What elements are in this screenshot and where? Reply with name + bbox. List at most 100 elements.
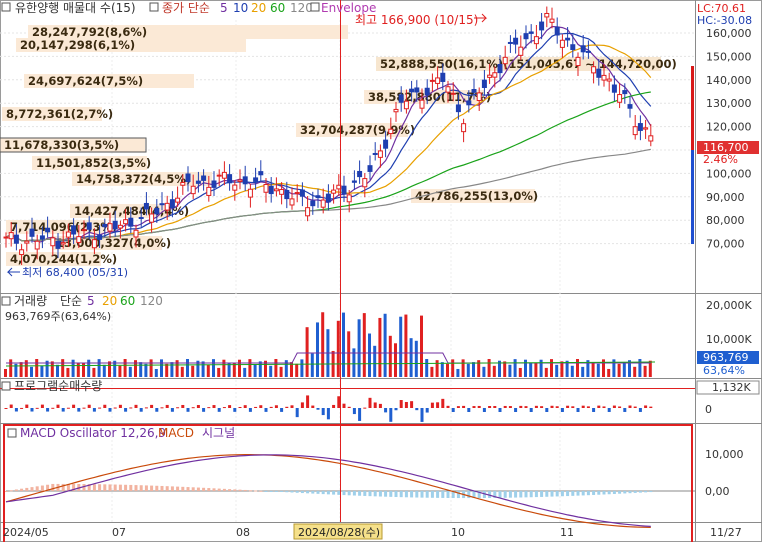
program-bar [306, 395, 310, 408]
price-tick-label: 140,000 [706, 74, 752, 87]
stock-chart[interactable]: 28,247,792(8,6%)20,147,298(6,1%)52,888,5… [0, 0, 762, 542]
program-bar [326, 408, 330, 420]
macd-oscillator-bar [524, 491, 528, 498]
candle-body [8, 232, 14, 240]
program-bar [274, 405, 278, 408]
volume-bar [492, 365, 496, 377]
volume-bar [347, 331, 351, 377]
volume-bar [139, 362, 143, 377]
legend-toggle[interactable] [1, 2, 11, 12]
ma-period-60: 60 [270, 1, 285, 15]
volume-bar [633, 366, 637, 377]
candle-body [273, 188, 279, 192]
candle-body [315, 195, 321, 199]
volume-bar [102, 364, 106, 377]
volume-bar [482, 366, 486, 377]
candle-body [591, 66, 597, 74]
price-tick-label: 70,000 [706, 238, 745, 251]
program-bar [124, 408, 128, 412]
candle-body [216, 174, 222, 177]
program-bar [14, 408, 18, 412]
candle-body [123, 219, 129, 225]
program-bar [212, 405, 216, 408]
program-bar [4, 408, 8, 409]
volume-bar [61, 359, 65, 377]
program-bar [493, 406, 497, 408]
ma-toggle[interactable] [149, 2, 159, 12]
program-bar [56, 404, 60, 408]
volume-bar [430, 366, 434, 377]
candle-body [617, 94, 623, 103]
program-bar [420, 408, 424, 422]
candle-body [289, 198, 295, 206]
volume-bar [446, 363, 449, 377]
candle-body [445, 86, 451, 93]
macd-oscillator-bar [290, 491, 294, 493]
price-tick-label: 120,000 [706, 121, 752, 134]
candle-body [409, 88, 415, 93]
macd-oscillator-bar [332, 491, 336, 495]
program-bar [311, 405, 315, 408]
macd-oscillator-bar [9, 490, 13, 492]
volume-bar [560, 361, 564, 377]
volume-toggle[interactable] [1, 296, 11, 306]
candle-body [601, 74, 607, 81]
program-bar [254, 406, 258, 408]
candle-body [91, 239, 97, 249]
program-bar [560, 408, 564, 412]
x-label-11-27: 11/27 [710, 526, 742, 539]
macd-oscillator-bar [576, 491, 580, 496]
volume-bar [425, 359, 429, 377]
program-toggle[interactable] [1, 381, 11, 391]
program-bar [425, 408, 429, 413]
program-bar [222, 407, 226, 409]
volume-period-20: 20 [102, 294, 117, 308]
volume-profile-label: 4,070,244(1,2%) [10, 252, 117, 266]
program-bar [337, 396, 341, 408]
candle-body [60, 242, 66, 245]
candle-body [372, 152, 378, 155]
program-bar [92, 408, 96, 412]
stock-title[interactable]: 유한양행 매물대 수(15) [15, 0, 136, 15]
candle-body [554, 26, 560, 36]
volume-bar [97, 359, 101, 377]
program-bar [576, 408, 580, 412]
macd-oscillator-bar [35, 486, 39, 491]
volume-bar [50, 361, 54, 377]
macd-line-label: MACD [158, 426, 194, 440]
candle-body [627, 104, 633, 109]
price-legend: 유한양행 매물대 수(15) 종가 단순 5 10 20 60 120 Enve… [1, 0, 376, 15]
macd-oscillator-bar [311, 491, 315, 494]
macd-oscillator-bar [550, 491, 554, 497]
macd-oscillator-bar [586, 491, 590, 496]
volume-profile-label: 11,501,852(3,5%) [36, 156, 151, 170]
volume-bar [180, 366, 184, 377]
envelope-toggle[interactable] [310, 2, 320, 12]
volume-bar [258, 361, 262, 377]
volume-profile-label: 28,247,792(8,6%) [32, 25, 147, 39]
program-bar [77, 408, 81, 412]
candle-body [55, 240, 61, 249]
program-bar [347, 406, 351, 408]
candle-body [227, 174, 233, 184]
macd-oscillator-bar [363, 491, 367, 496]
low-marker: 최저 68,400 (05/31) [22, 266, 128, 279]
program-bar [332, 404, 336, 408]
program-bar [118, 404, 122, 408]
candle-body [466, 100, 472, 106]
x-label-07: 07 [112, 526, 126, 539]
program-bar [519, 405, 523, 408]
macd-toggle[interactable] [7, 428, 17, 438]
volume-bar [596, 363, 600, 377]
macd-oscillator-bar [186, 487, 190, 491]
macd-oscillator-bar [98, 484, 102, 491]
macd-oscillator-bar [415, 491, 419, 498]
macd-oscillator-bar [248, 490, 252, 492]
program-bar [269, 406, 273, 408]
program-bar [98, 407, 102, 409]
volume-period-120: 120 [140, 294, 163, 308]
volume-bar [362, 313, 366, 377]
macd-tick-zero: 0,00 [705, 485, 730, 498]
candle-body [487, 74, 493, 78]
volume-bar [451, 359, 455, 377]
